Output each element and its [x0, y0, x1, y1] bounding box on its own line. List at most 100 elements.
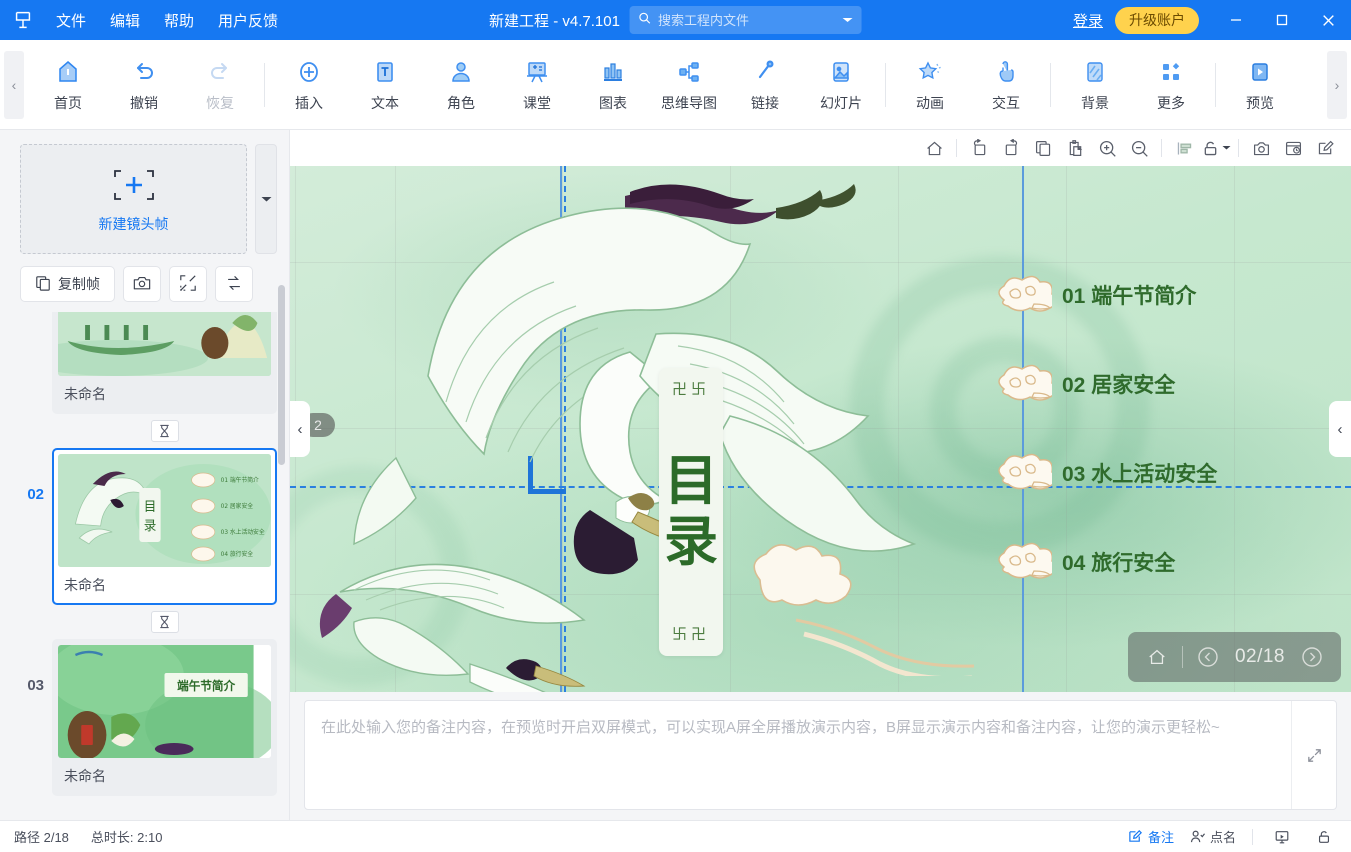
slide-preview-image: 目 录 01 端午节简介 02 居家安全 03 水上活动安全 04 旅行安全 — [58, 454, 271, 567]
notes-expand-button[interactable] — [1292, 701, 1336, 809]
menu-feedback[interactable]: 用户反馈 — [206, 6, 290, 35]
canvas-collapse-left-button[interactable]: ‹ — [290, 401, 310, 457]
toolbar-chart[interactable]: 图表 — [575, 49, 651, 121]
toc-item-02[interactable]: 02 居家安全 — [990, 355, 1217, 413]
fit-frame-button[interactable] — [169, 266, 207, 302]
rotate-left-button[interactable] — [963, 134, 995, 162]
chevron-right-circle-icon — [1302, 647, 1322, 667]
home-outline-icon — [926, 141, 942, 155]
page-nav-home-button[interactable] — [1142, 642, 1172, 672]
slide-timer-chip[interactable] — [150, 611, 179, 633]
cloud-decoration — [753, 544, 975, 676]
rollcall-button[interactable]: 点名 — [1190, 827, 1236, 846]
edit-button[interactable] — [1309, 134, 1341, 162]
toolbar-role[interactable]: 角色 — [423, 49, 499, 121]
toolbar-background[interactable]: 背景 — [1057, 49, 1133, 121]
menu-help[interactable]: 帮助 — [152, 6, 206, 35]
canvas-home-button[interactable] — [918, 134, 950, 162]
toolbar-home[interactable]: 首页 — [30, 49, 106, 121]
search-box[interactable] — [629, 6, 862, 34]
slide-name[interactable]: 未命名 — [58, 758, 271, 794]
zoom-out-button[interactable] — [1123, 134, 1155, 162]
toolbar-text[interactable]: 文本 — [347, 49, 423, 121]
toolbar-scroll-right[interactable]: › — [1327, 50, 1347, 119]
copy-button[interactable] — [1027, 134, 1059, 162]
toolbar-more[interactable]: 更多 — [1133, 49, 1209, 121]
copy-frame-label: 复制帧 — [58, 276, 100, 292]
lock-button[interactable] — [1200, 134, 1232, 162]
toc-item-04[interactable]: 04 旅行安全 — [990, 533, 1217, 591]
status-left-group: 路径 2/18 总时长: 2:10 — [14, 827, 162, 846]
slide-timer-chip[interactable] — [150, 420, 179, 442]
align-button[interactable] — [1168, 134, 1200, 162]
slide-name[interactable]: 未命名 — [58, 567, 271, 603]
history-button[interactable] — [1277, 134, 1309, 162]
maximize-icon[interactable] — [1259, 0, 1305, 40]
notes-box[interactable]: 在此处输入您的备注内容，在预览时开启双屏模式，可以实现A屏全屏播放演示内容，B屏… — [304, 700, 1337, 810]
minimize-icon[interactable] — [1213, 0, 1259, 40]
lock-bottom-icon — [1318, 830, 1330, 843]
menu-edit[interactable]: 编辑 — [98, 6, 152, 35]
rotate-right-button[interactable] — [995, 134, 1027, 162]
close-icon[interactable] — [1305, 0, 1351, 40]
login-link[interactable]: 登录 — [1073, 10, 1103, 31]
toolbar-preview[interactable]: 预览 — [1222, 49, 1298, 121]
toolbar-classroom-label: 课堂 — [523, 94, 551, 111]
slide-thumbnail-3[interactable]: 端午节简介 未命名 — [52, 639, 277, 796]
toc-title-card[interactable]: 卍卐 目 录 卐卍 — [659, 368, 723, 656]
notes-toggle-button[interactable]: 备注 — [1128, 827, 1174, 846]
sidebar-scrollbar[interactable] — [278, 285, 285, 465]
undo-icon — [131, 57, 157, 87]
slide-block: 未命名 — [20, 312, 277, 448]
toolbar-redo[interactable]: 恢复 — [182, 49, 258, 121]
main-toolbar: ‹ 首页 撤销 恢复 插入 文本 角色 课堂 图表 思维导图 链接 幻灯片 动画… — [0, 40, 1351, 130]
slide-canvas[interactable]: 2 卍卐 目 录 卐卍 01 端午节简介 02 居家安全 03 水上活动安全 0… — [290, 166, 1351, 692]
canvas-area[interactable]: 2 卍卐 目 录 卐卍 01 端午节简介 02 居家安全 03 水上活动安全 0… — [290, 166, 1351, 692]
slide-block: 03 端午节简介 未命名 — [20, 639, 277, 796]
background-icon — [1082, 57, 1108, 87]
cloud-icon — [998, 364, 1052, 401]
search-dropdown-icon[interactable] — [842, 11, 854, 29]
slide-name[interactable]: 未命名 — [58, 376, 271, 412]
search-input[interactable] — [657, 12, 836, 28]
toolbar-animation[interactable]: 动画 — [892, 49, 968, 121]
present-mode-button[interactable] — [1269, 826, 1295, 848]
toolbar-mindmap[interactable]: 思维导图 — [651, 49, 727, 121]
toolbar-undo[interactable]: 撤销 — [106, 49, 182, 121]
upgrade-account-button[interactable]: 升级账户 — [1115, 6, 1199, 34]
new-camera-frame-button[interactable]: 新建镜头帧 — [20, 144, 247, 254]
swap-order-button[interactable] — [215, 266, 253, 302]
preview-icon — [1247, 57, 1273, 87]
paste-button[interactable] — [1059, 134, 1091, 162]
page-nav-next-button[interactable] — [1297, 642, 1327, 672]
menu-file[interactable]: 文件 — [44, 6, 98, 35]
frame-camera-button[interactable] — [123, 266, 161, 302]
snapshot-button[interactable] — [1245, 134, 1277, 162]
toolbar-link[interactable]: 链接 — [727, 49, 803, 121]
slides-list[interactable]: 未命名 02 目 录 01 端午节简介 02 居家安全 03 水上活动安全 04… — [0, 312, 289, 820]
toolbar-interaction[interactable]: 交互 — [968, 49, 1044, 121]
present-icon — [1275, 830, 1289, 843]
notes-placeholder[interactable]: 在此处输入您的备注内容，在预览时开启双屏模式，可以实现A屏全屏播放演示内容，B屏… — [305, 701, 1291, 809]
toolbar-classroom[interactable]: 课堂 — [499, 49, 575, 121]
lock-status-button[interactable] — [1311, 826, 1337, 848]
toc-item-01[interactable]: 01 端午节简介 — [990, 266, 1217, 324]
new-frame-dropdown[interactable] — [255, 144, 277, 254]
page-nav-prev-button[interactable] — [1193, 642, 1223, 672]
toolbar-slide[interactable]: 幻灯片 — [803, 49, 879, 121]
copy-frame-button[interactable]: 复制帧 — [20, 266, 115, 302]
home-icon — [55, 57, 81, 87]
svg-text:02 居家安全: 02 居家安全 — [221, 502, 254, 510]
camera-icon — [133, 275, 151, 294]
toolbar-insert[interactable]: 插入 — [271, 49, 347, 121]
toolbar-scroll-left[interactable]: ‹ — [4, 50, 24, 119]
zoom-in-button[interactable] — [1091, 134, 1123, 162]
toc-item-03[interactable]: 03 水上活动安全 — [990, 444, 1217, 502]
canvas-collapse-right-button[interactable]: ‹ — [1329, 401, 1351, 457]
slide-thumbnail-1[interactable]: 未命名 — [52, 312, 277, 414]
notes-panel: 在此处输入您的备注内容，在预览时开启双屏模式，可以实现A屏全屏播放演示内容，B屏… — [290, 692, 1351, 820]
copy-frame-icon — [35, 275, 51, 294]
crane-illustration-lower[interactable] — [310, 496, 710, 692]
slide-thumbnail-2[interactable]: 目 录 01 端午节简介 02 居家安全 03 水上活动安全 04 旅行安全 未… — [52, 448, 277, 605]
status-separator — [1252, 828, 1253, 845]
